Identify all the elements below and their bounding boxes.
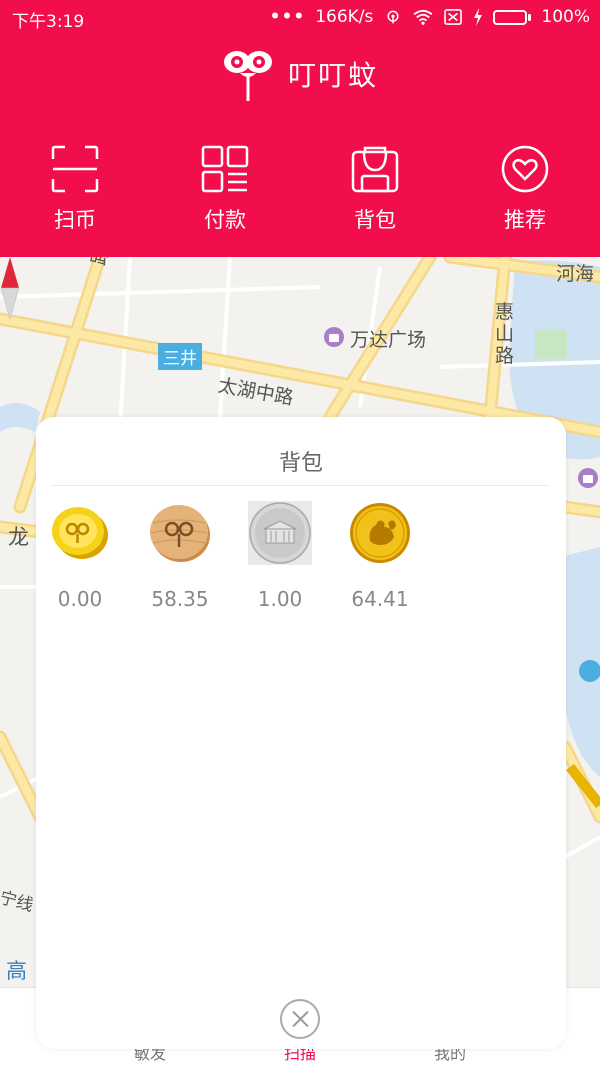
top-header: 下午3:19 ••• 166K/s 100% 叮叮蚊 扫币 付款 背包 推荐 — [0, 0, 600, 257]
wooden-coin-icon — [150, 505, 210, 562]
scan-frame-icon — [51, 145, 99, 193]
quick-actions: 扫币 付款 背包 推荐 — [0, 140, 600, 240]
map-label-wanda-plaza[interactable]: 万达广场 — [350, 325, 426, 352]
backpack-label: 背包 — [354, 208, 396, 232]
recommend-button[interactable]: 推荐 — [470, 140, 580, 240]
map-label-huishan-road: 惠山路 — [495, 301, 515, 367]
hotspot-icon — [387, 10, 399, 24]
backpack-icon — [351, 146, 399, 193]
map-label-metro-sanjing[interactable]: 三井 — [158, 343, 202, 370]
modal-divider — [50, 485, 550, 486]
scan-coin-label: 扫币 — [54, 208, 96, 232]
modal-title: 背包 — [278, 451, 323, 476]
coin-item[interactable]: 1.00 — [238, 501, 322, 611]
coin-value: 64.41 — [351, 587, 409, 611]
backpack-modal: 背包 0.00 58.35 1.00 64.41 — [36, 417, 566, 1049]
compass-icon[interactable] — [0, 257, 20, 319]
mosquito-logo-icon — [223, 51, 272, 101]
qr-code-icon — [201, 145, 249, 193]
backpack-button[interactable]: 背包 — [320, 140, 430, 240]
coin-value: 0.00 — [57, 587, 103, 611]
status-bar: 下午3:19 ••• 166K/s 100% — [0, 0, 600, 34]
gold-coin-icon — [52, 507, 108, 559]
pay-label: 付款 — [204, 208, 246, 232]
pay-button[interactable]: 付款 — [170, 140, 280, 240]
status-time: 下午3:19 — [12, 12, 85, 32]
coin-value: 1.00 — [257, 587, 303, 611]
coin-item[interactable]: 58.35 — [138, 501, 222, 611]
recommend-label: 推荐 — [504, 208, 546, 232]
status-right: ••• 166K/s 100% — [270, 7, 590, 27]
map-label-long: 龙 — [8, 525, 29, 549]
charging-icon — [474, 8, 483, 26]
coin-item[interactable]: 64.41 — [338, 501, 422, 611]
app-name: 叮叮蚊 — [287, 59, 378, 92]
wifi-icon — [413, 9, 433, 25]
more-dots: ••• — [269, 7, 306, 27]
coin-value: 58.35 — [151, 587, 209, 611]
battery-icon — [493, 9, 532, 25]
no-sim-icon — [444, 9, 463, 25]
map-label-road-tr: 河海 — [556, 263, 595, 285]
map-label-gao: 高 — [6, 959, 27, 983]
silver-coin-icon — [248, 501, 312, 565]
rooster-gold-coin-icon — [350, 503, 410, 563]
network-speed: 166K/s — [315, 7, 374, 27]
coin-item[interactable]: 0.00 — [38, 501, 122, 611]
heart-circle-icon — [501, 145, 549, 193]
scan-coin-button[interactable]: 扫币 — [20, 140, 130, 240]
close-button[interactable] — [280, 999, 320, 1039]
app-brand: 叮叮蚊 — [0, 44, 600, 104]
battery-percent: 100% — [541, 7, 590, 27]
